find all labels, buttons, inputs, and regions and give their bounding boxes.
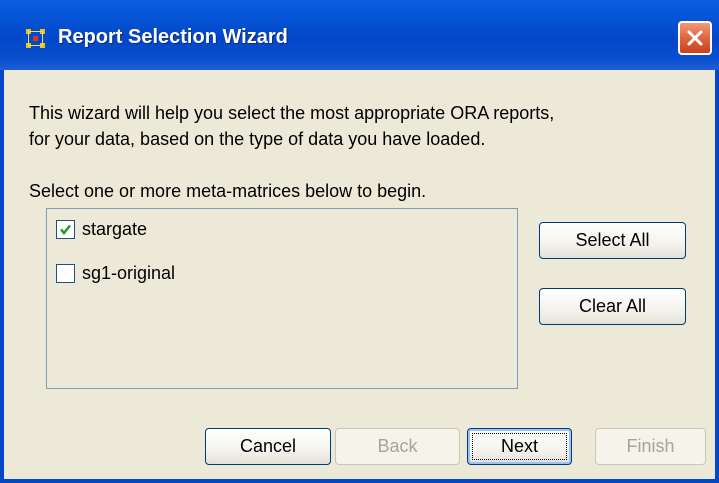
list-item-stargate[interactable]: stargate bbox=[56, 217, 147, 241]
focus-ring bbox=[472, 433, 567, 460]
clear-all-button[interactable]: Clear All bbox=[539, 288, 686, 325]
selection-prompt: Select one or more meta-matrices below t… bbox=[29, 181, 427, 201]
stargate-checkbox[interactable] bbox=[56, 219, 75, 239]
sg1-original-checkbox[interactable] bbox=[56, 263, 75, 283]
list-item-sg1-original[interactable]: sg1-original bbox=[56, 261, 175, 285]
checkmark-icon bbox=[60, 224, 72, 235]
next-button[interactable]: Next bbox=[467, 428, 572, 465]
report-selection-wizard-window: Report Selection Wizard This wizard will… bbox=[0, 0, 719, 483]
title-bar[interactable]: Report Selection Wizard bbox=[0, 0, 719, 70]
select-all-button[interactable]: Select All bbox=[539, 222, 686, 259]
intro-text: This wizard will help you select the mos… bbox=[29, 100, 554, 152]
cancel-button[interactable]: Cancel bbox=[205, 428, 331, 465]
list-item-label: sg1-original bbox=[82, 262, 176, 283]
meta-matrix-list[interactable]: stargate sg1-original bbox=[46, 208, 518, 389]
intro-line-1: This wizard will help you select the mos… bbox=[29, 103, 555, 123]
intro-line-2: for your data, based on the type of data… bbox=[29, 129, 486, 149]
window-frame-right bbox=[715, 70, 719, 483]
close-button[interactable] bbox=[678, 21, 712, 55]
back-button[interactable]: Back bbox=[335, 428, 460, 465]
close-x-icon bbox=[687, 30, 703, 46]
dialog-body: This wizard will help you select the mos… bbox=[4, 70, 715, 479]
finish-button[interactable]: Finish bbox=[595, 428, 706, 465]
window-frame-bottom bbox=[0, 479, 719, 483]
network-grid-icon bbox=[25, 28, 46, 49]
list-item-label: stargate bbox=[82, 218, 148, 239]
window-title: Report Selection Wizard bbox=[58, 26, 288, 48]
